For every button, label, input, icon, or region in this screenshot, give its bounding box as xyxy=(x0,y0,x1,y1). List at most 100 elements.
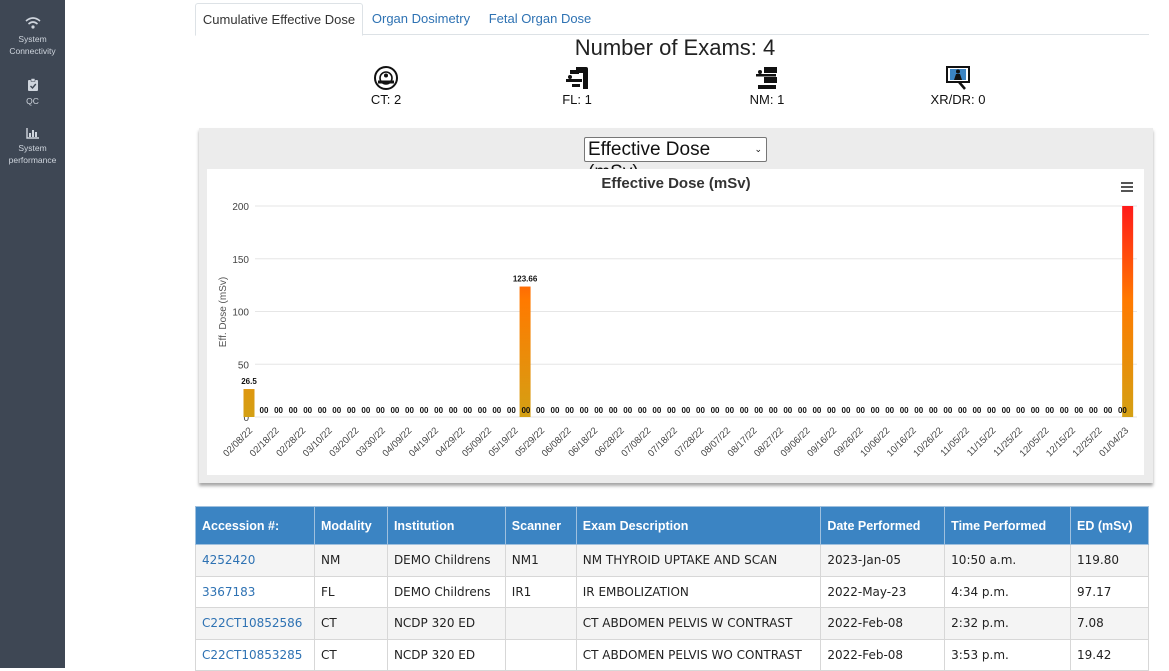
table-row: 4252420 NM DEMO Childrens NM1 NM THYROID… xyxy=(195,544,1149,577)
column-header[interactable]: Accession #: xyxy=(195,506,315,545)
zero-data-label: 00 xyxy=(405,406,414,415)
table-cell: 7.08 xyxy=(1070,607,1149,640)
zero-data-label: 00 xyxy=(681,406,690,415)
zero-data-label: 00 xyxy=(769,406,778,415)
zero-data-label: 00 xyxy=(580,406,589,415)
exams-table-wrapper: Accession #: Modality Institution Scanne… xyxy=(195,506,1149,671)
exams-table: Accession #: Modality Institution Scanne… xyxy=(195,506,1149,671)
zero-data-label: 00 xyxy=(696,406,705,415)
table-cell: 2:32 p.m. xyxy=(944,607,1072,640)
sidebar-item-label: System xyxy=(18,143,47,153)
zero-data-label: 00 xyxy=(900,406,909,415)
dose-bar[interactable] xyxy=(519,286,531,417)
accession-link[interactable]: C22CT10853285 xyxy=(202,648,302,662)
table-cell: NM1 xyxy=(504,544,577,577)
ct-scanner-icon xyxy=(341,65,431,91)
zero-data-label: 00 xyxy=(449,406,458,415)
sidebar-item-label: performance xyxy=(8,155,57,165)
column-header[interactable]: Institution xyxy=(386,506,506,545)
table-cell: NM THYROID UPTAKE AND SCAN xyxy=(575,544,822,577)
tab-fetal-organ-dose[interactable]: Fetal Organ Dose xyxy=(481,3,599,35)
bar-data-label: 26.5 xyxy=(241,377,257,386)
table-cell: 2022-Feb-08 xyxy=(820,607,946,640)
zero-data-label: 00 xyxy=(885,406,894,415)
table-cell: CT xyxy=(313,607,388,640)
dose-bar[interactable] xyxy=(243,389,255,417)
hamburger-menu-icon[interactable] xyxy=(1121,182,1133,192)
table-cell: 10:50 a.m. xyxy=(944,544,1072,577)
zero-data-label: 00 xyxy=(1031,406,1040,415)
bar-chart-icon xyxy=(0,127,65,139)
zero-data-label: 00 xyxy=(972,406,981,415)
y-tick-label: 100 xyxy=(232,308,249,319)
zero-data-label: 00 xyxy=(623,406,632,415)
zero-data-label: 00 xyxy=(478,406,487,415)
zero-data-label: 00 xyxy=(463,406,472,415)
y-tick-label: 200 xyxy=(232,202,249,213)
zero-data-label: 00 xyxy=(1016,406,1025,415)
wifi-icon xyxy=(0,16,65,30)
column-header[interactable]: Modality xyxy=(313,506,388,545)
accession-link[interactable]: 4252420 xyxy=(202,553,255,567)
column-header[interactable]: Date Performed xyxy=(820,506,946,545)
zero-data-label: 00 xyxy=(1002,406,1011,415)
zero-data-label: 00 xyxy=(332,406,341,415)
dose-bar[interactable] xyxy=(1122,206,1134,417)
y-tick-label: 50 xyxy=(238,360,250,371)
column-header[interactable]: Scanner xyxy=(504,506,577,545)
sidebar-item-label: System xyxy=(18,34,47,44)
tab-cumulative-effective-dose[interactable]: Cumulative Effective Dose xyxy=(195,3,363,36)
table-cell: FL xyxy=(313,575,388,608)
table-cell xyxy=(504,638,577,671)
dose-type-select[interactable]: Effective Dose (mSv) ⌄ xyxy=(584,137,767,183)
accession-link[interactable]: C22CT10852586 xyxy=(202,616,302,630)
chart-panel: Effective Dose (mSv) ⌄ 050100150200 0000… xyxy=(199,128,1153,483)
table-cell: DEMO Childrens xyxy=(386,575,506,608)
accession-link[interactable]: 3367183 xyxy=(202,585,255,599)
zero-data-label: 00 xyxy=(260,406,269,415)
table-row: 3367183 FL DEMO Childrens IR1 IR EMBOLIZ… xyxy=(195,575,1149,608)
zero-data-label: 00 xyxy=(987,406,996,415)
table-cell xyxy=(504,607,577,640)
zero-data-label: 00 xyxy=(1045,406,1054,415)
zero-data-label: 00 xyxy=(929,406,938,415)
column-header[interactable]: Exam Description xyxy=(575,506,822,545)
zero-data-label: 00 xyxy=(754,406,763,415)
zero-data-label: 00 xyxy=(914,406,923,415)
zero-data-label: 00 xyxy=(667,406,676,415)
sidebar-item-system-performance[interactable]: System performance xyxy=(0,127,65,166)
zero-data-label: 00 xyxy=(420,406,429,415)
zero-data-label: 00 xyxy=(638,406,647,415)
zero-data-label: 00 xyxy=(390,406,399,415)
y-tick-label: 150 xyxy=(232,255,249,266)
zero-data-label: 00 xyxy=(434,406,443,415)
xray-icon xyxy=(913,65,1003,91)
table-cell: 2022-Feb-08 xyxy=(820,638,946,671)
tab-bar: Cumulative Effective Dose Organ Dosimetr… xyxy=(195,0,1149,36)
zero-data-label: 00 xyxy=(274,406,283,415)
sidebar-item-label: Connectivity xyxy=(9,46,56,56)
zero-data-label: 00 xyxy=(492,406,501,415)
zero-data-label: 00 xyxy=(609,406,618,415)
table-cell: 3:53 p.m. xyxy=(944,638,1072,671)
column-header[interactable]: ED (mSv) xyxy=(1070,506,1149,545)
modality-nm: NM: 1 xyxy=(722,65,812,107)
table-row: C22CT10852586 CT NCDP 320 ED CT ABDOMEN … xyxy=(195,607,1149,640)
zero-data-label: 00 xyxy=(1089,406,1098,415)
table-cell: NCDP 320 ED xyxy=(386,607,506,640)
sidebar-item-qc[interactable]: QC xyxy=(0,78,65,107)
zero-data-label: 00 xyxy=(871,406,880,415)
fluoroscopy-icon xyxy=(532,65,622,91)
zero-data-label: 00 xyxy=(783,406,792,415)
zero-data-label: 00 xyxy=(1103,406,1112,415)
zero-data-label: 00 xyxy=(507,406,516,415)
zero-data-label: 00 xyxy=(361,406,370,415)
sidebar-item-system-connectivity[interactable]: System Connectivity xyxy=(0,16,65,57)
tab-organ-dosimetry[interactable]: Organ Dosimetry xyxy=(363,3,479,35)
bar-data-label: 123.66 xyxy=(513,275,538,284)
zero-data-label: 00 xyxy=(565,406,574,415)
zero-data-label: 00 xyxy=(318,406,327,415)
column-header[interactable]: Time Performed xyxy=(944,506,1072,545)
zero-data-label: 00 xyxy=(958,406,967,415)
zero-data-label: 00 xyxy=(856,406,865,415)
